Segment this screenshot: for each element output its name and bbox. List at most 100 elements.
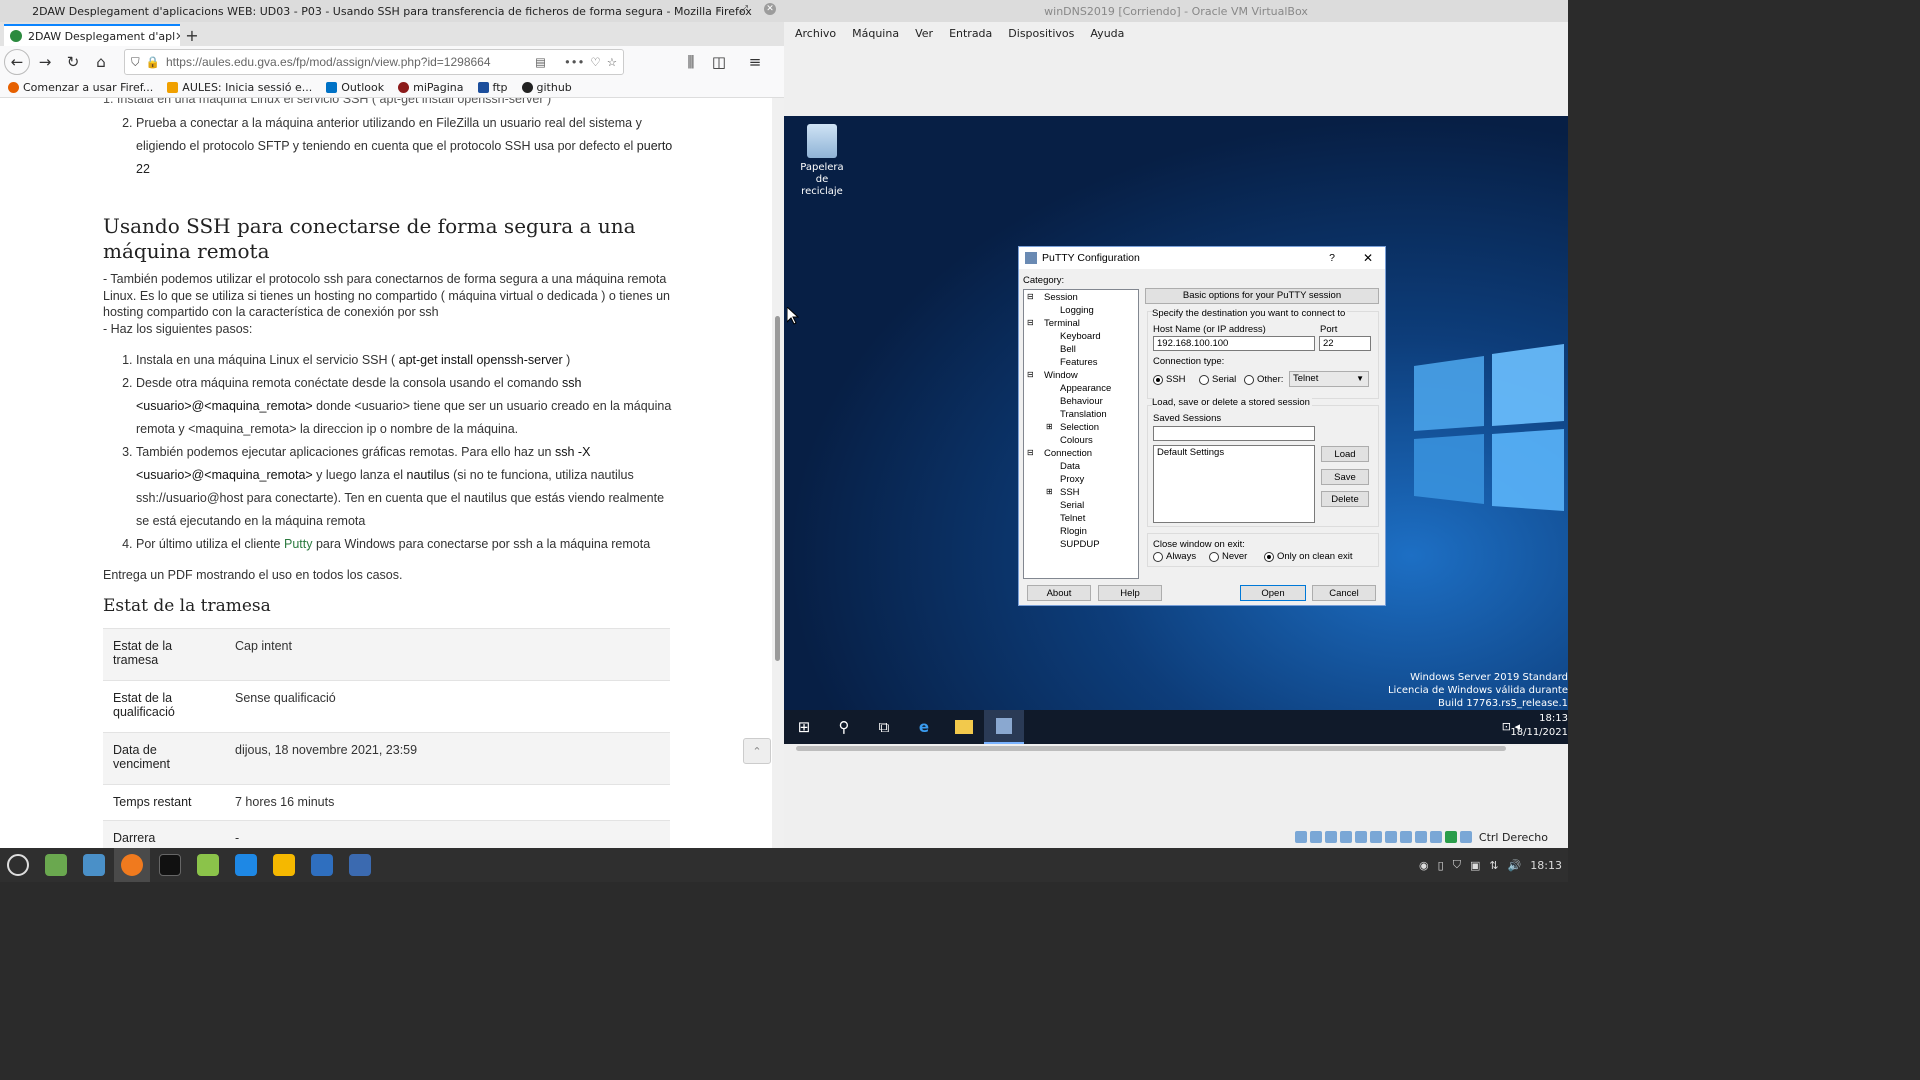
host-clock[interactable]: 18:13 xyxy=(1530,859,1562,872)
bookmark-outlook[interactable]: Outlook xyxy=(326,81,384,94)
chevron-down-icon[interactable]: ▼ xyxy=(1356,372,1364,385)
network-icon[interactable]: ⇅ xyxy=(1489,859,1498,872)
firefox-icon[interactable] xyxy=(114,848,150,882)
windows-start-icon[interactable]: ⊞ xyxy=(784,710,824,744)
update-icon[interactable]: ▣ xyxy=(1470,859,1480,872)
task-view-icon[interactable]: ⧉ xyxy=(864,710,904,744)
new-tab-button[interactable]: + xyxy=(180,24,204,46)
tree-item-keyboard[interactable]: Keyboard xyxy=(1060,331,1101,342)
clean-exit-radio[interactable]: Only on clean exit xyxy=(1264,551,1353,562)
lock-icon[interactable]: 🔒 xyxy=(146,55,160,69)
help-button[interactable]: Help xyxy=(1098,585,1162,601)
network-icon[interactable] xyxy=(1339,831,1352,843)
radio-icon[interactable] xyxy=(1209,551,1219,562)
volume-icon[interactable]: 🔊 xyxy=(1508,859,1522,872)
tree-item-rlogin[interactable]: Rlogin xyxy=(1060,526,1087,537)
tree-item-connection[interactable]: Connection xyxy=(1044,448,1092,459)
file-explorer-icon[interactable] xyxy=(944,710,984,744)
bookmark-ftp[interactable]: ftp xyxy=(477,81,508,94)
keyboard-icon[interactable] xyxy=(1444,831,1457,843)
vm-hscrollbar[interactable] xyxy=(796,746,1506,751)
ssh-radio[interactable]: SSH xyxy=(1153,374,1186,385)
menu-ayuda[interactable]: Ayuda xyxy=(1090,27,1124,40)
reader-view-icon[interactable]: ▤ xyxy=(535,55,546,69)
radio-icon[interactable] xyxy=(1153,551,1163,562)
files-icon[interactable] xyxy=(190,848,226,882)
saved-session-input[interactable] xyxy=(1153,426,1315,441)
expand-icon[interactable]: ⊞ xyxy=(1046,487,1053,496)
text-editor-icon[interactable] xyxy=(304,848,340,882)
back-to-top-button[interactable]: ⌃ xyxy=(743,738,771,764)
mouse-integration-icon[interactable] xyxy=(1429,831,1442,843)
cpu-icon[interactable] xyxy=(1414,831,1427,843)
bookmark-star-icon[interactable]: ☆ xyxy=(607,55,617,69)
back-button[interactable]: ← xyxy=(4,49,30,75)
radio-icon[interactable] xyxy=(1244,374,1254,385)
radio-icon[interactable] xyxy=(1199,374,1209,385)
menu-maquina[interactable]: Máquina xyxy=(852,27,899,40)
recycle-bin[interactable]: Papelera de reciclaje xyxy=(796,124,848,198)
search-icon[interactable]: ⚲ xyxy=(824,710,864,744)
pocket-icon[interactable]: ♡ xyxy=(590,55,600,69)
always-radio[interactable]: Always xyxy=(1153,551,1196,562)
bookmark-github[interactable]: github xyxy=(521,81,572,94)
vm-clock[interactable]: 18:13 18/11/2021 xyxy=(1510,712,1568,740)
sidebar-icon[interactable]: ◫ xyxy=(706,49,732,75)
tree-item-terminal[interactable]: Terminal xyxy=(1044,318,1080,329)
maximize-icon[interactable]: ⤢ xyxy=(740,4,748,15)
save-button[interactable]: Save xyxy=(1321,469,1369,485)
page-scrollbar[interactable] xyxy=(772,98,784,848)
radio-icon[interactable] xyxy=(1153,374,1163,385)
tree-item-appearance[interactable]: Appearance xyxy=(1060,383,1111,394)
tree-item-ssh[interactable]: SSH xyxy=(1060,487,1080,498)
tree-item-behaviour[interactable]: Behaviour xyxy=(1060,396,1103,407)
serial-radio[interactable]: Serial xyxy=(1199,374,1236,385)
vscode-icon[interactable] xyxy=(228,848,264,882)
virtualbox-icon[interactable] xyxy=(266,848,302,882)
close-icon[interactable]: ✕ xyxy=(1363,251,1373,265)
collapse-icon[interactable]: ⊟ xyxy=(1027,318,1034,327)
about-button[interactable]: About xyxy=(1027,585,1091,601)
mint-menu-icon[interactable] xyxy=(0,848,36,882)
ie-icon[interactable]: e xyxy=(904,710,944,744)
tree-item-translation[interactable]: Translation xyxy=(1060,409,1107,420)
usb-icon[interactable] xyxy=(1354,831,1367,843)
collapse-icon[interactable]: ⊟ xyxy=(1027,370,1034,379)
menu-dispositivos[interactable]: Dispositivos xyxy=(1008,27,1074,40)
bookmark-firefox[interactable]: Comenzar a usar Firef... xyxy=(8,81,153,94)
delete-button[interactable]: Delete xyxy=(1321,491,1369,507)
list-item[interactable]: Default Settings xyxy=(1157,447,1224,458)
eye-icon[interactable]: ◉ xyxy=(1419,859,1429,872)
bookmark-mipagina[interactable]: miPagina xyxy=(398,81,464,94)
clipboard-icon[interactable]: ▯ xyxy=(1438,859,1444,872)
collapse-icon[interactable]: ⊟ xyxy=(1027,292,1034,301)
tree-item-features[interactable]: Features xyxy=(1060,357,1098,368)
tree-item-supdup[interactable]: SUPDUP xyxy=(1060,539,1100,550)
tree-item-proxy[interactable]: Proxy xyxy=(1060,474,1084,485)
browser-tab[interactable]: 2DAW Desplegament d'apl✕ xyxy=(4,24,180,46)
url-bar[interactable]: ⛉ 🔒 https://aules.edu.gva.es/fp/mod/assi… xyxy=(124,49,624,75)
putty-link[interactable]: Putty xyxy=(284,537,313,551)
page-actions-icon[interactable]: ••• xyxy=(564,55,584,69)
never-radio[interactable]: Never xyxy=(1209,551,1247,562)
tree-item-colours[interactable]: Colours xyxy=(1060,435,1093,446)
tree-item-window[interactable]: Window xyxy=(1044,370,1078,381)
tree-item-bell[interactable]: Bell xyxy=(1060,344,1076,355)
tree-item-data[interactable]: Data xyxy=(1060,461,1080,472)
putty-taskbar-icon[interactable] xyxy=(984,710,1024,744)
shield-icon[interactable]: ⛉ xyxy=(1453,858,1461,872)
arrow-down-icon[interactable] xyxy=(1459,831,1472,843)
category-tree[interactable]: ⊟ Session Logging ⊟ Terminal Keyboard Be… xyxy=(1023,289,1139,579)
host-input[interactable]: 192.168.100.100 xyxy=(1153,336,1315,351)
minimize-icon[interactable]: – xyxy=(716,4,721,15)
menu-entrada[interactable]: Entrada xyxy=(949,27,992,40)
show-desktop-icon[interactable] xyxy=(38,848,74,882)
display-icon[interactable] xyxy=(1384,831,1397,843)
hdd-icon[interactable] xyxy=(1294,831,1307,843)
url-text[interactable]: https://aules.edu.gva.es/fp/mod/assign/v… xyxy=(166,55,529,69)
bookmark-aules[interactable]: AULES: Inicia sessió e... xyxy=(167,81,312,94)
radio-icon[interactable] xyxy=(1264,551,1274,562)
open-button[interactable]: Open xyxy=(1240,585,1306,601)
expand-icon[interactable]: ⊞ xyxy=(1046,422,1053,431)
forward-button[interactable]: → xyxy=(32,49,58,75)
